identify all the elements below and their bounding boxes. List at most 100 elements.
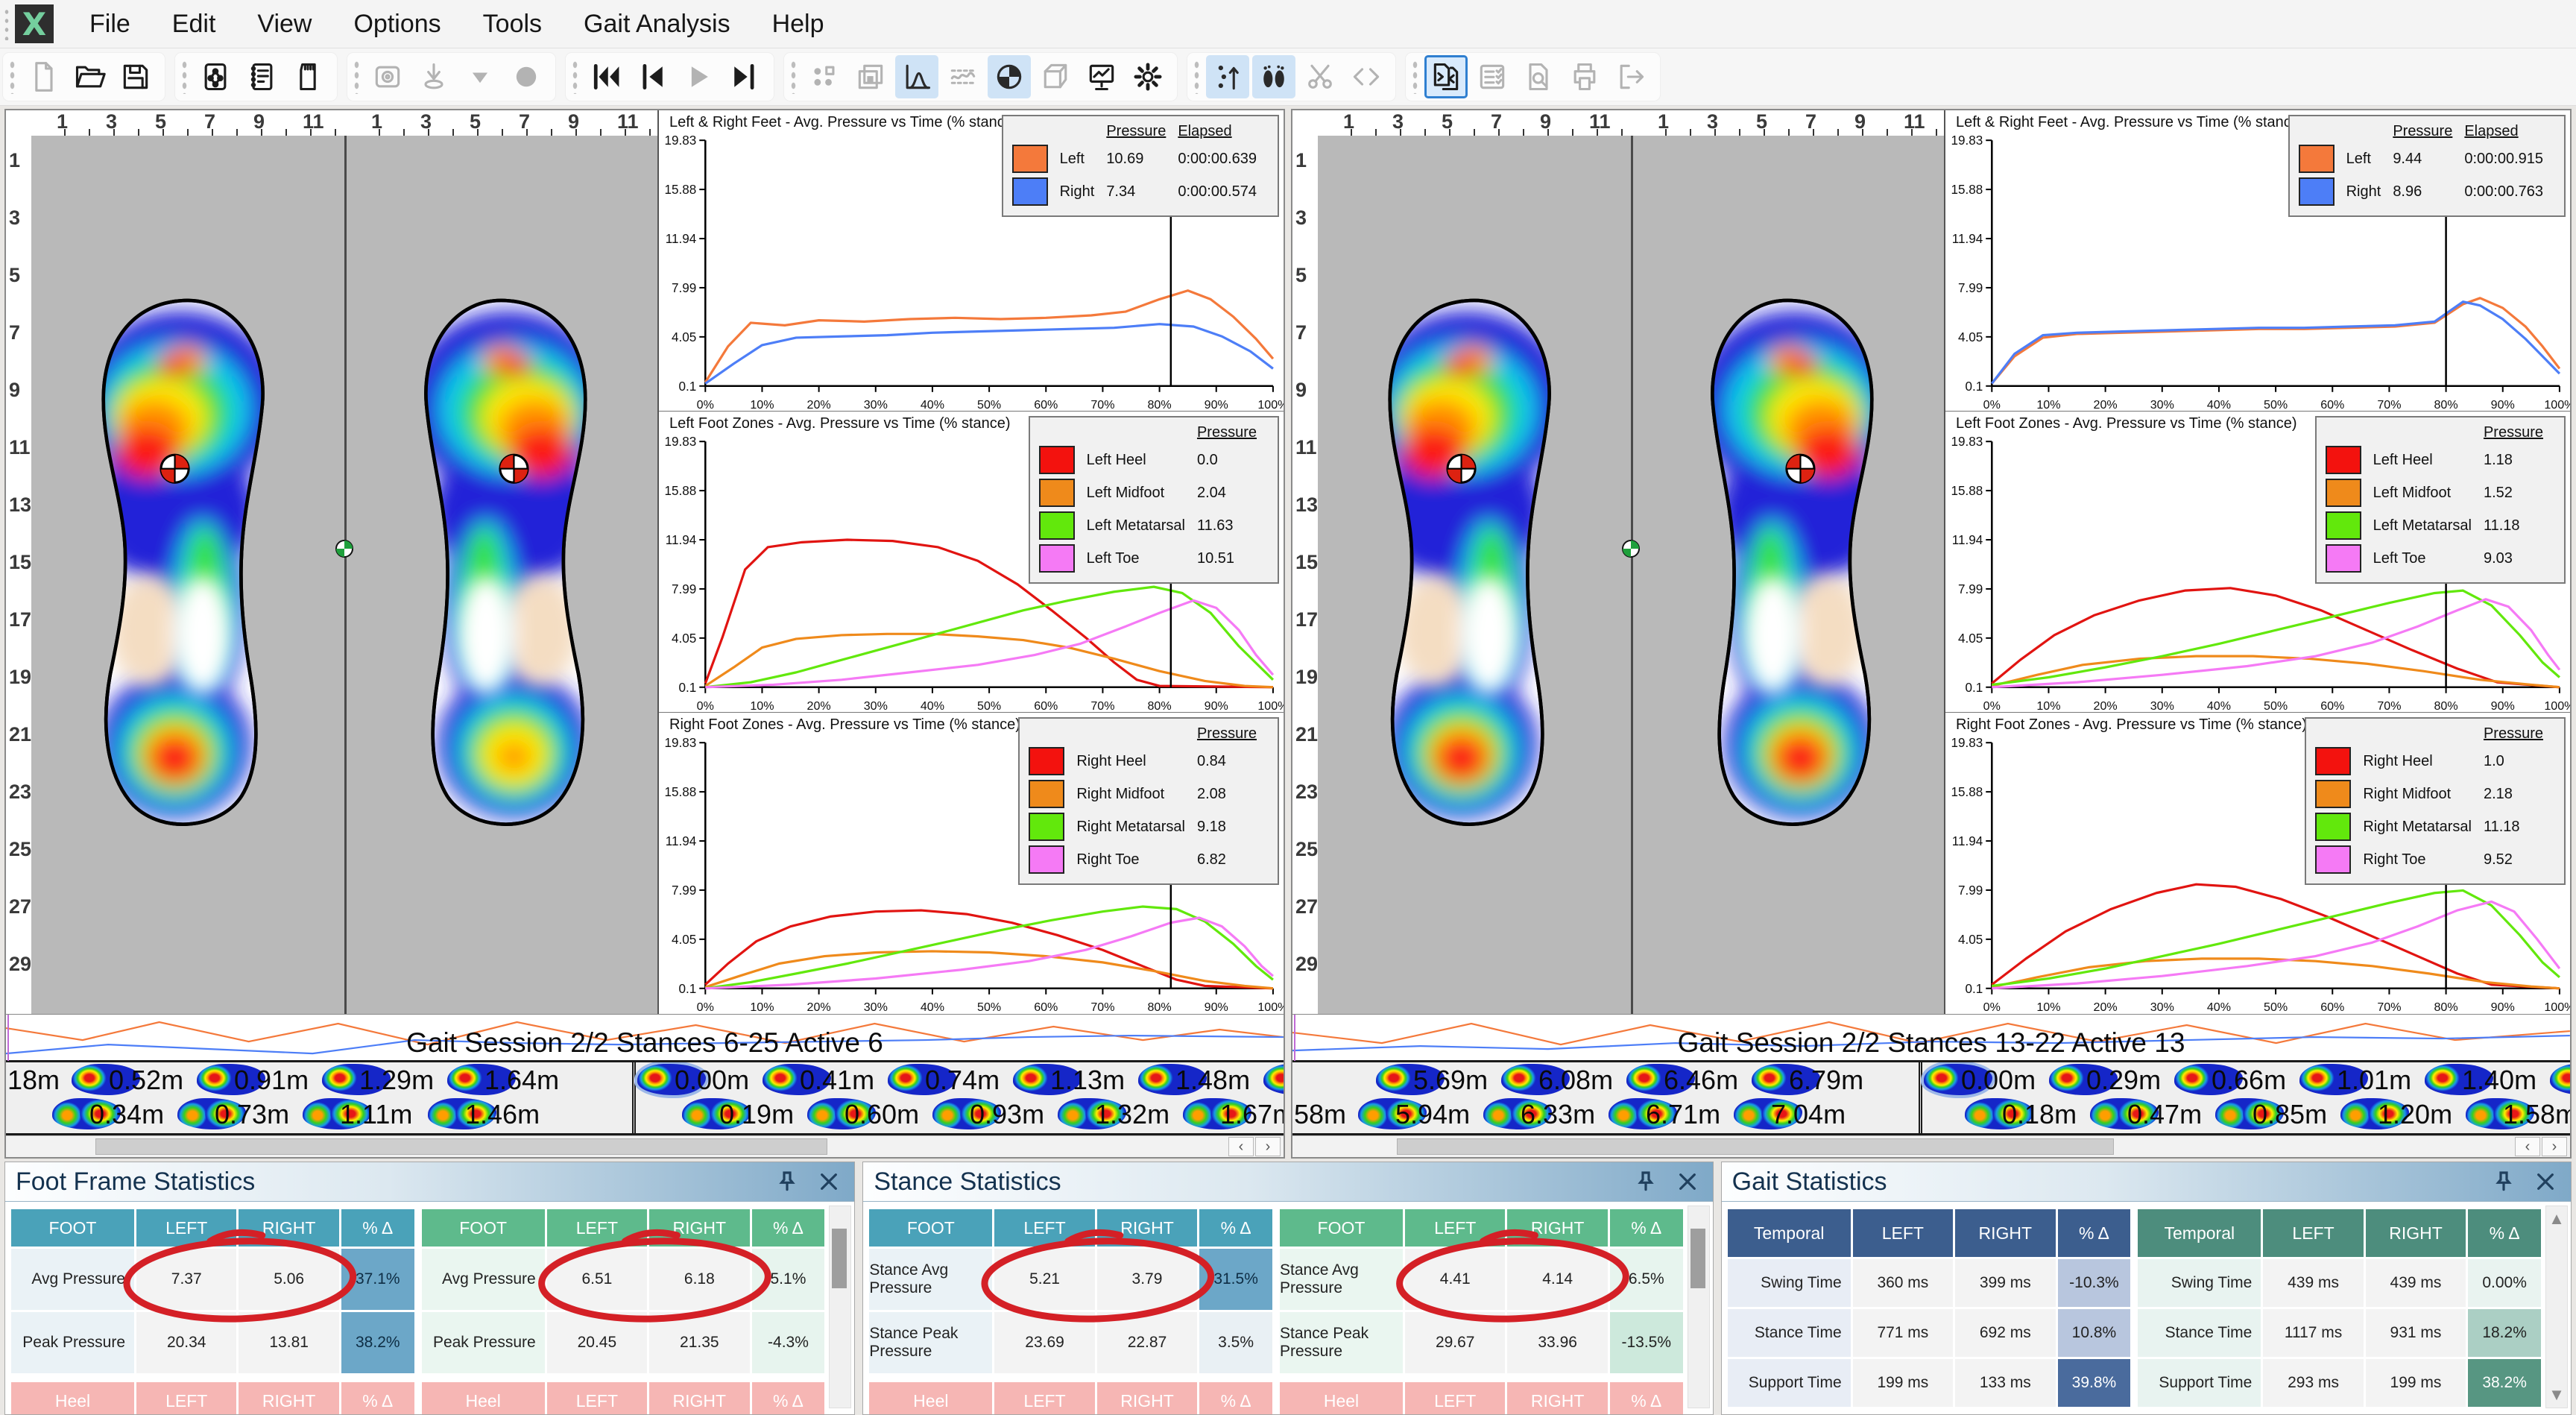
vertical-scrollbar[interactable] — [1688, 1206, 1710, 1408]
hscroll-thumb[interactable] — [95, 1138, 827, 1155]
stance-thumbnail[interactable]: 6.08m — [1500, 1063, 1625, 1096]
close-button[interactable] — [2531, 1167, 2560, 1197]
card-button[interactable] — [286, 55, 329, 98]
pin-button[interactable] — [772, 1167, 802, 1197]
pin-button[interactable] — [2489, 1167, 2519, 1197]
stance-thumbnail[interactable]: 1.71m — [2548, 1063, 2570, 1096]
vscroll-thumb[interactable] — [832, 1229, 847, 1288]
dropdown-button[interactable] — [458, 55, 502, 98]
stance-thumbnail[interactable]: 18m — [6, 1063, 70, 1096]
cascade-button[interactable] — [849, 55, 892, 98]
toolbar-drag-handle[interactable] — [9, 60, 16, 94]
stance-thumbnail[interactable]: 6.71m — [1607, 1097, 1732, 1130]
gear-button[interactable] — [1126, 55, 1169, 98]
stance-thumbnail[interactable]: 1.46m — [426, 1097, 552, 1130]
device-button[interactable] — [194, 55, 237, 98]
feet-button[interactable] — [1252, 55, 1295, 98]
curve-button[interactable] — [895, 55, 938, 98]
pin-button[interactable] — [1631, 1167, 1661, 1197]
stance-thumbnail[interactable]: 1.11m — [301, 1097, 426, 1130]
toolbar-drag-handle[interactable] — [572, 60, 578, 94]
stance-thumbnail[interactable]: 0.19m — [681, 1097, 806, 1130]
menu-gait-analysis[interactable]: Gait Analysis — [563, 5, 751, 43]
import-button[interactable] — [412, 55, 455, 98]
stance-thumbnail[interactable]: 0.66m — [2173, 1063, 2298, 1096]
exit-button[interactable] — [1609, 55, 1652, 98]
print-button[interactable] — [1563, 55, 1606, 98]
stance-thumbnail[interactable]: 0.00m — [1922, 1063, 2048, 1096]
toolbar-drag-handle[interactable] — [181, 60, 188, 94]
stance-thumbnail[interactable]: 0.34m — [51, 1097, 176, 1130]
hscroll-thumb[interactable] — [1397, 1138, 2114, 1155]
stance-thumbnail[interactable]: 0.41m — [761, 1063, 886, 1096]
menu-edit[interactable]: Edit — [151, 5, 237, 43]
foot-pressure-map[interactable] — [1662, 207, 1916, 922]
close-button[interactable] — [1673, 1167, 1702, 1197]
foot-pressure-map[interactable] — [60, 207, 313, 922]
vertical-scrollbar[interactable]: ▲▼ — [2545, 1206, 2568, 1408]
checklist-button[interactable] — [1471, 55, 1514, 98]
scroll-up-button[interactable]: ▲ — [2546, 1209, 2567, 1229]
hscroll-right-button[interactable]: › — [1255, 1137, 1281, 1156]
stance-thumbnail[interactable]: 6.79m — [1750, 1063, 1875, 1096]
foot-pressure-map[interactable] — [1346, 207, 1600, 922]
horizontal-scrollbar[interactable]: ‹› — [6, 1135, 1284, 1157]
menu-file[interactable]: File — [69, 5, 151, 43]
hscroll-left-button[interactable]: ‹ — [2515, 1137, 2540, 1156]
stance-thumbnail[interactable]: 0.47m — [2089, 1097, 2214, 1130]
menubar-drag-handle[interactable] — [3, 7, 10, 40]
save-button[interactable] — [114, 55, 157, 98]
stance-thumbnail[interactable]: 0.93m — [931, 1097, 1056, 1130]
stance-thumbnail[interactable]: 0.29m — [2048, 1063, 2173, 1096]
stance-thumbnail[interactable]: 7.04m — [1732, 1097, 1857, 1130]
scroll-down-button[interactable]: ▼ — [2546, 1385, 2567, 1405]
stance-thumbnail[interactable]: 1.40m — [2423, 1063, 2548, 1096]
preview-button[interactable] — [1517, 55, 1560, 98]
open-button[interactable] — [68, 55, 111, 98]
hscroll-right-button[interactable]: › — [2542, 1137, 2567, 1156]
stance-thumbnail[interactable]: 0.91m — [195, 1063, 321, 1096]
new-button[interactable] — [22, 55, 65, 98]
compare-button[interactable] — [1424, 55, 1468, 98]
stance-thumbnail[interactable]: 1.01m — [2298, 1063, 2423, 1096]
stance-thumbnail[interactable]: 58m — [1292, 1097, 1357, 1130]
hscroll-left-button[interactable]: ‹ — [1228, 1137, 1254, 1156]
log-button[interactable] — [240, 55, 283, 98]
stance-thumbnail[interactable]: 5.94m — [1357, 1097, 1482, 1130]
vscroll-thumb[interactable] — [1690, 1229, 1705, 1288]
stance-thumbnail[interactable]: 0.52m — [70, 1063, 195, 1096]
toolbar-drag-handle[interactable] — [353, 60, 360, 94]
stride-button[interactable] — [1206, 55, 1249, 98]
toolbar-drag-handle[interactable] — [790, 60, 797, 94]
foot-pressure-map[interactable] — [376, 207, 629, 922]
skipend-button[interactable] — [723, 55, 766, 98]
play-button[interactable] — [677, 55, 720, 98]
stance-thumbnail[interactable]: 1.85m — [1262, 1063, 1284, 1096]
stance-thumbnail[interactable]: 0.60m — [806, 1097, 931, 1130]
toolbar-drag-handle[interactable] — [1412, 60, 1418, 94]
stance-thumbnail[interactable]: 1.20m — [2339, 1097, 2464, 1130]
present-button[interactable] — [1080, 55, 1123, 98]
close-button[interactable] — [814, 1167, 844, 1197]
stance-thumbnail[interactable]: 0.18m — [1963, 1097, 2089, 1130]
stance-thumbnail[interactable]: 1.48m — [1137, 1063, 1262, 1096]
vertical-scrollbar[interactable] — [829, 1206, 851, 1408]
skipstart-button[interactable] — [584, 55, 628, 98]
menu-tools[interactable]: Tools — [462, 5, 563, 43]
cop-button[interactable] — [988, 55, 1031, 98]
stance-thumbnail[interactable]: 1.67m — [1181, 1097, 1284, 1130]
menu-help[interactable]: Help — [751, 5, 845, 43]
stance-thumbnail[interactable]: 1.58m — [2464, 1097, 2570, 1130]
stance-thumbnail[interactable]: 6.46m — [1625, 1063, 1750, 1096]
dots-button[interactable] — [803, 55, 846, 98]
menu-options[interactable]: Options — [332, 5, 461, 43]
eye-button[interactable] — [366, 55, 409, 98]
stance-thumbnail[interactable]: 5.69m — [1374, 1063, 1500, 1096]
stance-thumbnail[interactable]: 0.00m — [636, 1063, 761, 1096]
stance-thumbnail[interactable]: 0.74m — [886, 1063, 1011, 1096]
stepback-button[interactable] — [631, 55, 674, 98]
stance-thumbnail[interactable]: 1.64m — [446, 1063, 571, 1096]
box3d-button[interactable] — [1034, 55, 1077, 98]
stance-thumbnail[interactable]: 1.32m — [1056, 1097, 1181, 1130]
stance-thumbnail[interactable]: 0.73m — [176, 1097, 301, 1130]
